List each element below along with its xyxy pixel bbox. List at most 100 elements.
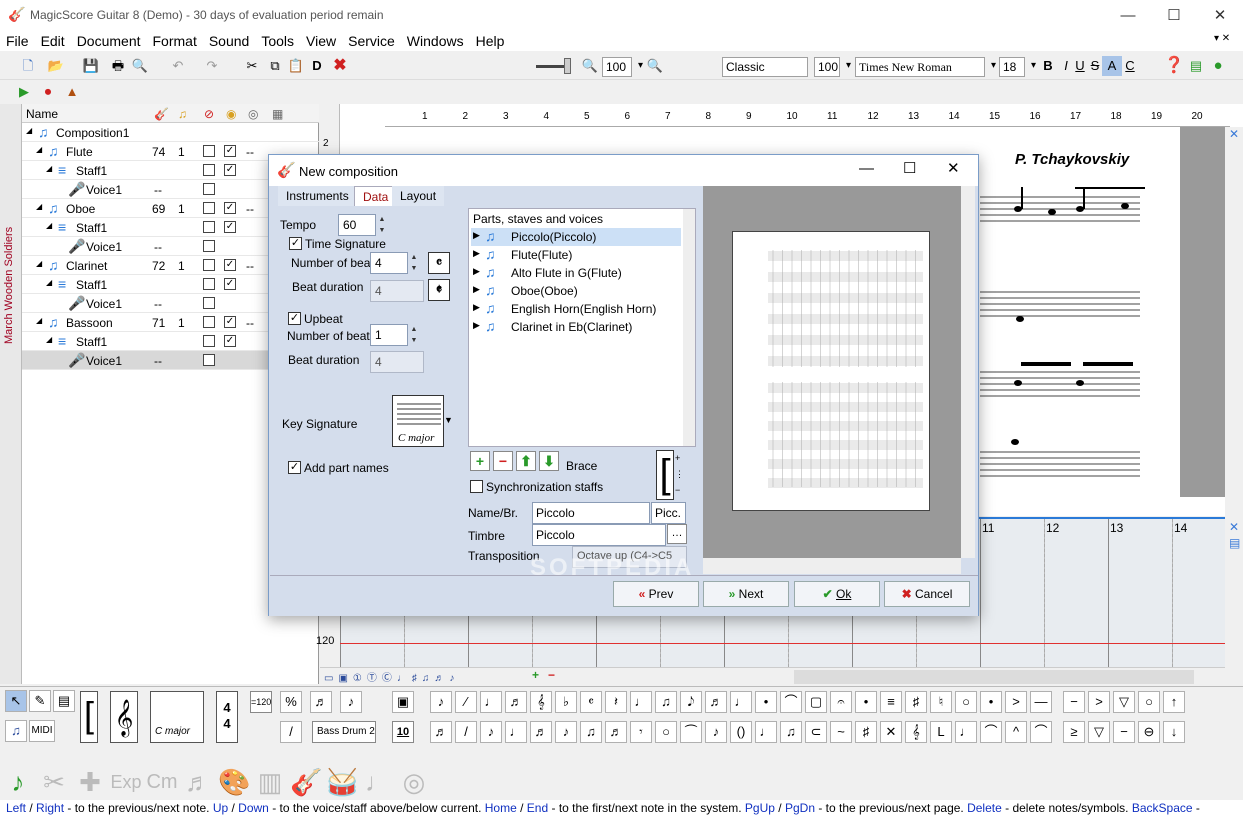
percussion-palette[interactable]: Bass Drum 2 bbox=[312, 721, 376, 743]
expand-arrow-icon[interactable]: ◢ bbox=[46, 221, 52, 230]
font-select[interactable]: Times New Roman bbox=[855, 57, 996, 77]
palette-symbol[interactable]: 𝄐 bbox=[830, 691, 852, 713]
palette-tool[interactable]: / bbox=[280, 721, 302, 743]
articulation-symbol[interactable]: − bbox=[1113, 721, 1135, 743]
piano-roll-hscroll[interactable] bbox=[794, 670, 1194, 684]
chords-category-icon[interactable]: Cm bbox=[146, 766, 178, 798]
add-part-button[interactable]: + bbox=[470, 451, 490, 471]
palette-symbol[interactable]: ♩ bbox=[480, 691, 502, 713]
expand-part-icon[interactable]: ▶ bbox=[473, 266, 480, 277]
drums-category-icon[interactable]: 🥁 bbox=[326, 766, 358, 798]
mute-checkbox[interactable] bbox=[203, 240, 215, 252]
articulation-symbol[interactable]: ↓ bbox=[1163, 721, 1185, 743]
palette-symbol[interactable]: ♮ bbox=[930, 691, 952, 713]
beats-spinner[interactable]: ▲ ▼ bbox=[408, 252, 420, 274]
prev-button[interactable]: « Prev bbox=[613, 581, 699, 607]
palette-symbol[interactable]: ♪ bbox=[705, 721, 727, 743]
select-arrow-tool[interactable]: ↖ bbox=[5, 690, 27, 712]
input-notes-icon[interactable]: ♫ bbox=[5, 720, 27, 742]
palette-symbol[interactable]: ♩ bbox=[755, 721, 777, 743]
palette-symbol[interactable]: 𝅘𝅥𝅮 bbox=[680, 691, 702, 713]
palette-symbol[interactable]: • bbox=[855, 691, 877, 713]
expand-arrow-icon[interactable]: ◢ bbox=[36, 316, 42, 325]
expand-arrow-icon[interactable]: ◢ bbox=[36, 145, 42, 154]
cut-icon[interactable]: ✂ bbox=[242, 56, 262, 76]
sync-staffs-checkbox[interactable] bbox=[470, 480, 483, 493]
brace-spinner[interactable]: + ⋮ − bbox=[675, 450, 685, 500]
parts-list-scrollbar[interactable] bbox=[683, 209, 695, 446]
menu-view[interactable]: View bbox=[300, 31, 342, 51]
part-row[interactable]: ▶ ♫ Oboe(Oboe) bbox=[471, 282, 681, 300]
move-down-button[interactable]: ⬇ bbox=[539, 451, 559, 471]
solo-checkbox[interactable]: ✓ bbox=[224, 335, 236, 347]
solo-checkbox[interactable]: ✓ bbox=[224, 316, 236, 328]
menu-format[interactable]: Format bbox=[147, 31, 203, 51]
palette-symbol[interactable]: > bbox=[1005, 691, 1027, 713]
palette-symbol[interactable]: 𝄴 bbox=[580, 691, 602, 713]
preview-hscroll[interactable] bbox=[703, 558, 961, 574]
tab-data[interactable]: Data bbox=[354, 186, 398, 206]
palette-symbol[interactable]: ^ bbox=[1005, 721, 1027, 743]
mute-checkbox[interactable] bbox=[203, 259, 215, 271]
close-piano-roll-icon[interactable]: ✕ bbox=[1229, 520, 1239, 534]
palette-symbol[interactable]: ♪ bbox=[480, 721, 502, 743]
menu-windows[interactable]: Windows bbox=[401, 31, 470, 51]
expand-arrow-icon[interactable]: ◢ bbox=[46, 335, 52, 344]
palette-tool[interactable]: ♬ bbox=[310, 691, 332, 713]
tempo-palette[interactable]: =120 bbox=[250, 691, 272, 713]
solo-checkbox[interactable]: ✓ bbox=[224, 164, 236, 176]
solo-checkbox[interactable]: ✓ bbox=[224, 259, 236, 271]
next-button[interactable]: » Next bbox=[703, 581, 789, 607]
menu-file[interactable]: File bbox=[0, 31, 35, 51]
brace-palette-icon[interactable]: [ bbox=[80, 691, 98, 743]
expand-arrow-icon[interactable]: ◢ bbox=[46, 164, 52, 173]
palette-symbol[interactable]: • bbox=[755, 691, 777, 713]
palette-symbol[interactable]: ⌒ bbox=[980, 721, 1002, 743]
tempo-input[interactable]: 60 bbox=[338, 214, 376, 236]
beat-duration-select[interactable]: 4 bbox=[370, 280, 424, 302]
play-from-start-icon[interactable]: ▶ bbox=[14, 82, 34, 102]
midi-button[interactable]: MIDI bbox=[29, 720, 55, 742]
expand-part-icon[interactable]: ▶ bbox=[473, 284, 480, 295]
menu-pin-icon[interactable]: ▾ ✕ bbox=[1214, 33, 1230, 44]
menu-help[interactable]: Help bbox=[470, 31, 511, 51]
short-name-input[interactable]: Picc. bbox=[651, 502, 686, 524]
mute-checkbox[interactable] bbox=[203, 202, 215, 214]
mute-checkbox[interactable] bbox=[203, 354, 215, 366]
solo-checkbox[interactable]: ✓ bbox=[224, 145, 236, 157]
palette-symbol[interactable]: ♯ bbox=[855, 721, 877, 743]
palette-symbol[interactable]: 𝄽 bbox=[605, 691, 627, 713]
expand-part-icon[interactable]: ▶ bbox=[473, 320, 480, 331]
mute-checkbox[interactable] bbox=[203, 316, 215, 328]
palette-symbol[interactable]: ♩ bbox=[955, 721, 977, 743]
palette-symbol[interactable]: ⌒ bbox=[1030, 721, 1052, 743]
cancel-button[interactable]: ✖ Cancel bbox=[884, 581, 970, 607]
volume-slider-thumb[interactable] bbox=[564, 58, 571, 74]
articulation-symbol[interactable]: ≥ bbox=[1063, 721, 1085, 743]
redo-icon[interactable]: ↷ bbox=[202, 56, 222, 76]
ok-button[interactable]: ✔ Ok bbox=[794, 581, 880, 607]
palette-symbol[interactable]: ♬ bbox=[430, 721, 452, 743]
tools-category-icon[interactable]: ✂ bbox=[38, 766, 70, 798]
part-row[interactable]: ▶ ♫ Flute(Flute) bbox=[471, 246, 681, 264]
palette-symbol[interactable]: ⏜ bbox=[680, 721, 702, 743]
palette-symbol[interactable]: ♩ bbox=[630, 691, 652, 713]
remove-part-button[interactable]: − bbox=[493, 451, 513, 471]
mute-checkbox[interactable] bbox=[203, 183, 215, 195]
palette-symbol[interactable]: ✕ bbox=[880, 721, 902, 743]
palette-symbol[interactable]: ♬ bbox=[705, 691, 727, 713]
menu-service[interactable]: Service bbox=[342, 31, 401, 51]
palette-symbol[interactable]: ≡ bbox=[880, 691, 902, 713]
timbre-browse-button[interactable]: … bbox=[667, 524, 687, 544]
palette-tool[interactable]: ♪ bbox=[340, 691, 362, 713]
palette-symbol[interactable]: L bbox=[930, 721, 952, 743]
treble-clef-icon[interactable]: 𝄞 bbox=[110, 691, 138, 743]
print-icon[interactable]: 🖶 bbox=[108, 56, 128, 76]
palette-symbol[interactable]: ⊂ bbox=[805, 721, 827, 743]
help-icon[interactable]: ❓ bbox=[1164, 56, 1184, 76]
expand-part-icon[interactable]: ▶ bbox=[473, 248, 480, 259]
zoom-in-icon[interactable]: 🔍 bbox=[645, 56, 665, 76]
add-track-icon[interactable]: + bbox=[532, 668, 539, 682]
mute-checkbox[interactable] bbox=[203, 335, 215, 347]
tab-category-icon[interactable]: ♩ bbox=[362, 766, 394, 798]
